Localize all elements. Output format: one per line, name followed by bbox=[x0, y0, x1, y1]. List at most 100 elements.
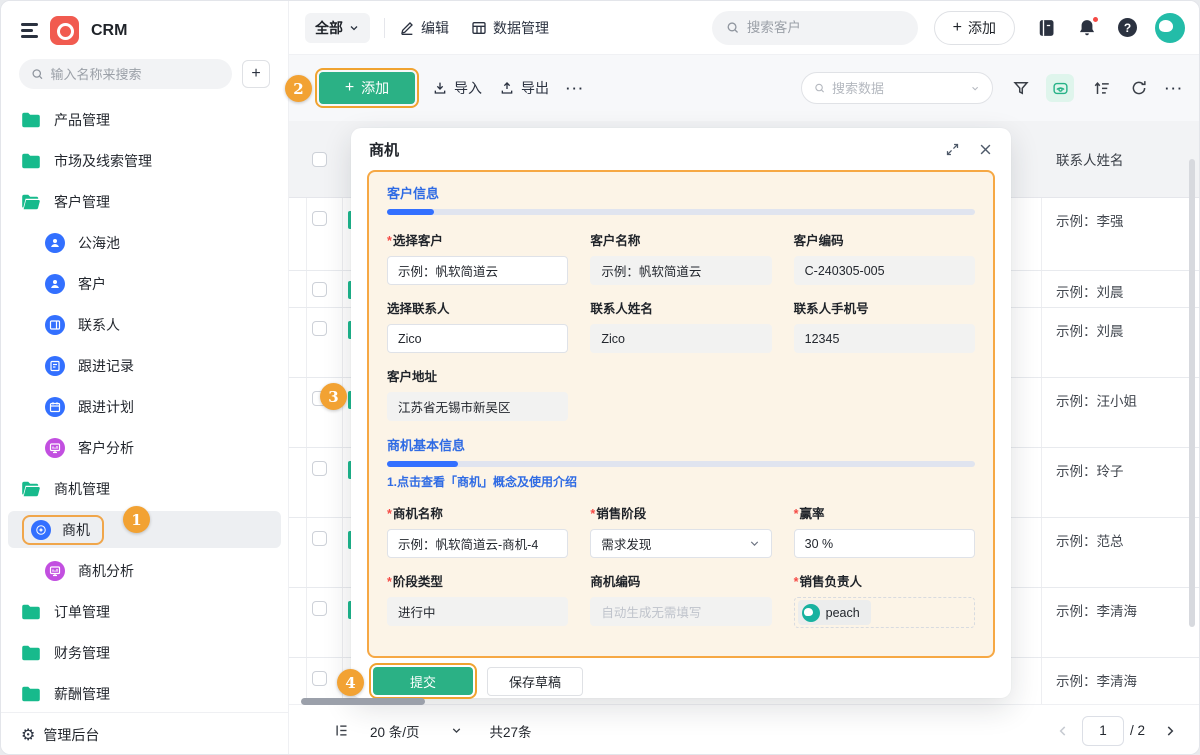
win-rate-input[interactable]: 30 % bbox=[794, 529, 975, 558]
notifications-bell-icon[interactable] bbox=[1077, 18, 1097, 38]
sidebar-item-opportunity-analysis[interactable]: 商机分析 bbox=[1, 550, 288, 591]
customer-icon bbox=[45, 274, 65, 294]
sidebar-search-input[interactable] bbox=[51, 67, 220, 82]
folder-icon bbox=[21, 153, 41, 169]
search-icon bbox=[814, 81, 825, 95]
chevron-down-icon[interactable] bbox=[450, 724, 463, 737]
data-table-icon bbox=[471, 20, 487, 36]
import-button[interactable]: 导入 bbox=[432, 78, 482, 98]
sidebar-item-market-leads[interactable]: 市场及线索管理 bbox=[1, 140, 288, 181]
select-customer-input[interactable]: 示例：帆软简道云 bbox=[387, 256, 568, 285]
more-actions-button[interactable]: ··· bbox=[566, 81, 585, 96]
stage-type-input: 进行中 bbox=[387, 597, 568, 626]
sales-owner-picker[interactable]: peach bbox=[794, 597, 975, 628]
divider bbox=[384, 18, 385, 38]
user-avatar[interactable] bbox=[1155, 13, 1185, 43]
row-checkbox[interactable] bbox=[312, 531, 327, 546]
tutorial-step-3-badge: 3 bbox=[320, 383, 347, 410]
page-size-selector[interactable]: 20 条/页 bbox=[370, 721, 420, 741]
export-button[interactable]: 导出 bbox=[499, 78, 549, 98]
sidebar-item-public-pool[interactable]: 公海池 bbox=[1, 222, 288, 263]
view-settings-button[interactable] bbox=[1046, 74, 1074, 102]
next-page-button[interactable] bbox=[1159, 720, 1181, 742]
select-contact-input[interactable]: Zico bbox=[387, 324, 568, 353]
open-folder-icon bbox=[21, 194, 41, 210]
row-checkbox[interactable] bbox=[312, 461, 327, 476]
close-icon[interactable] bbox=[978, 142, 993, 157]
sales-stage-select[interactable]: 需求发现 bbox=[590, 529, 771, 558]
row-checkbox[interactable] bbox=[312, 671, 327, 686]
current-page-input[interactable]: 1 bbox=[1082, 716, 1124, 746]
contacts-book-icon[interactable] bbox=[1036, 18, 1056, 38]
page-list-icon[interactable] bbox=[334, 723, 349, 738]
chevron-down-icon bbox=[348, 22, 360, 34]
horizontal-scrollbar[interactable] bbox=[301, 698, 425, 705]
sidebar-search[interactable] bbox=[19, 59, 232, 89]
open-folder-icon bbox=[21, 481, 41, 497]
row-checkbox[interactable] bbox=[312, 282, 327, 297]
add-record-button[interactable]: + 添加 bbox=[319, 72, 415, 104]
tutorial-step-4-badge: 4 bbox=[337, 669, 364, 696]
save-draft-button[interactable]: 保存草稿 bbox=[487, 667, 583, 696]
vertical-scrollbar[interactable] bbox=[1189, 159, 1195, 627]
opportunity-name-input[interactable]: 示例：帆软简道云-商机-4 bbox=[387, 529, 568, 558]
sidebar-item-product-mgmt[interactable]: 产品管理 bbox=[1, 99, 288, 140]
sidebar-item-salary-mgmt[interactable]: 薪酬管理 bbox=[1, 673, 288, 714]
sidebar-item-followup-record[interactable]: 跟进记录 bbox=[1, 345, 288, 386]
row-checkbox[interactable] bbox=[312, 321, 327, 336]
sidebar-item-finance-mgmt[interactable]: 财务管理 bbox=[1, 632, 288, 673]
customer-search[interactable] bbox=[712, 11, 918, 45]
tutorial-highlight-box: 商机 bbox=[22, 515, 104, 545]
filter-funnel-icon[interactable] bbox=[1012, 79, 1030, 97]
customer-address-input: 江苏省无锡市新吴区 bbox=[387, 392, 568, 421]
edit-button[interactable]: 编辑 bbox=[399, 18, 449, 38]
field-sales-owner: 销售负责人 peach bbox=[794, 571, 975, 628]
opportunity-code-input: 自动生成无需填写 bbox=[590, 597, 771, 626]
scope-filter-dropdown[interactable]: 全部 bbox=[305, 13, 370, 43]
field-customer-code: 客户编码 C-240305-005 bbox=[794, 230, 975, 285]
collapse-menu-icon[interactable] bbox=[21, 23, 38, 37]
data-search[interactable] bbox=[801, 72, 993, 104]
section-title-customer-info: 客户信息 bbox=[387, 185, 975, 202]
topbar: 全部 编辑 数据管理 + 添加 ? bbox=[289, 1, 1200, 55]
gear-icon: ⚙ bbox=[21, 725, 35, 744]
previous-page-button[interactable] bbox=[1052, 720, 1074, 742]
expand-icon[interactable] bbox=[945, 142, 960, 157]
sidebar-item-order-mgmt[interactable]: 订单管理 bbox=[1, 591, 288, 632]
total-pages: / 2 bbox=[1130, 723, 1145, 738]
help-icon[interactable]: ? bbox=[1118, 18, 1137, 37]
select-all-checkbox[interactable] bbox=[312, 152, 327, 167]
data-search-input[interactable] bbox=[832, 81, 963, 96]
customer-code-input: C-240305-005 bbox=[794, 256, 975, 285]
field-contact-name: 联系人姓名 Zico bbox=[590, 298, 771, 353]
sidebar-item-customer-analysis[interactable]: 客户分析 bbox=[1, 427, 288, 468]
more-toolbar-button[interactable]: ··· bbox=[1165, 81, 1184, 96]
sidebar-item-customer[interactable]: 客户 bbox=[1, 263, 288, 304]
data-manage-button[interactable]: 数据管理 bbox=[471, 18, 549, 38]
sidebar-item-customer-mgmt[interactable]: 客户管理 bbox=[1, 181, 288, 222]
concept-help-link[interactable]: 1.点击查看「商机」概念及使用介绍 bbox=[387, 473, 975, 490]
topbar-add-button[interactable]: + 添加 bbox=[934, 11, 1015, 45]
contact-name-input: Zico bbox=[590, 324, 771, 353]
sidebar-menu: 产品管理 市场及线索管理 客户管理 公海池 客户 联系人 bbox=[1, 99, 288, 714]
customer-search-input[interactable] bbox=[747, 20, 904, 35]
field-customer-name: 客户名称 示例：帆软简道云 bbox=[590, 230, 771, 285]
calendar-icon bbox=[45, 397, 65, 417]
crm-app: CRM + 产品管理 市场及线索管理 客户管理 bbox=[0, 0, 1200, 755]
refresh-icon[interactable] bbox=[1130, 79, 1148, 97]
analysis-chart-icon bbox=[45, 438, 65, 458]
sidebar-item-opportunity-mgmt[interactable]: 商机管理 bbox=[1, 468, 288, 509]
owner-avatar bbox=[802, 604, 820, 622]
row-checkbox[interactable] bbox=[312, 211, 327, 226]
notification-dot bbox=[1092, 16, 1099, 23]
row-checkbox[interactable] bbox=[312, 601, 327, 616]
section-progress-bar bbox=[387, 461, 975, 467]
admin-console-link[interactable]: ⚙ 管理后台 bbox=[1, 712, 288, 755]
tutorial-highlight-form: 客户信息 选择客户 示例：帆软简道云 客户名称 示例：帆软简道云 客户编码 C-… bbox=[367, 170, 995, 658]
submit-button[interactable]: 提交 bbox=[373, 667, 473, 695]
sidebar-item-contact[interactable]: 联系人 bbox=[1, 304, 288, 345]
add-app-button[interactable]: + bbox=[242, 60, 270, 88]
opportunity-icon bbox=[31, 520, 51, 540]
sort-icon[interactable] bbox=[1093, 79, 1111, 97]
sidebar-item-followup-plan[interactable]: 跟进计划 bbox=[1, 386, 288, 427]
